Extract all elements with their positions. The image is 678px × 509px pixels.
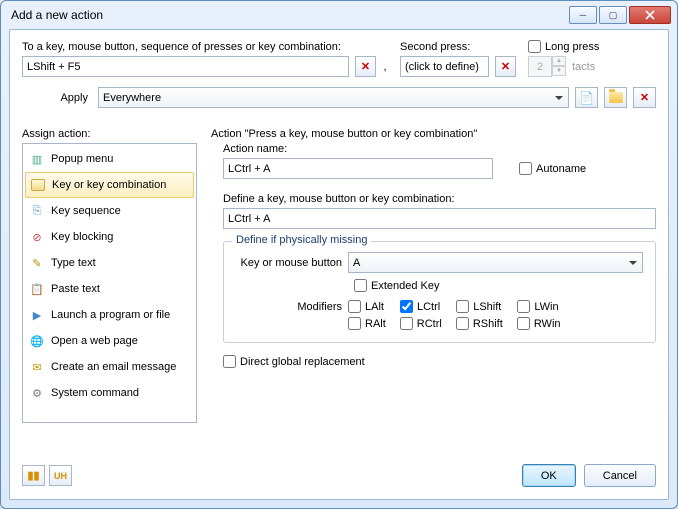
pause-icon: ▮▮	[27, 469, 39, 482]
assign-item-email[interactable]: ✉ Create an email message	[23, 354, 196, 380]
mod-lwin[interactable]: LWin	[517, 300, 558, 313]
key-or-mouse-label: Key or mouse button	[236, 257, 342, 269]
assign-item-system[interactable]: ⚙ System command	[23, 380, 196, 406]
mod-lalt[interactable]: LAlt	[348, 300, 384, 313]
key-field[interactable]: LShift + F5	[22, 56, 349, 77]
delete-apply-button[interactable]: ✕	[633, 87, 656, 108]
assign-item-seq[interactable]: ⎘ Key sequence	[23, 198, 196, 224]
assign-item-type[interactable]: ✎ Type text	[23, 250, 196, 276]
assign-item-label: Popup menu	[51, 153, 113, 165]
assign-item-web[interactable]: 🌐 Open a web page	[23, 328, 196, 354]
modifiers-label: Modifiers	[236, 301, 342, 313]
assign-item-label: Key or key combination	[52, 179, 166, 191]
new-apply-button[interactable]: 📄	[575, 87, 598, 108]
assign-item-label: Launch a program or file	[51, 309, 170, 321]
open-apply-button[interactable]	[604, 87, 627, 108]
autoname-checkbox[interactable]: Autoname	[519, 162, 586, 175]
ok-button[interactable]: OK	[522, 464, 576, 487]
apply-label: Apply	[22, 92, 92, 104]
seq-icon: ⎘	[29, 203, 45, 219]
paste-icon: 📋	[29, 281, 45, 297]
cancel-button[interactable]: Cancel	[584, 464, 656, 487]
assign-action-list: ▥ Popup menu Key or key combination ⎘ Key se…	[22, 143, 197, 423]
assign-item-label: Key blocking	[51, 231, 113, 243]
type-icon: ✎	[29, 255, 45, 271]
mod-lctrl[interactable]: LCtrl	[400, 300, 440, 313]
maximize-button[interactable]: ▢	[599, 6, 627, 24]
assign-item-popup[interactable]: ▥ Popup menu	[23, 146, 196, 172]
folder-open-icon	[608, 90, 624, 106]
popup-icon: ▥	[29, 151, 45, 167]
assign-item-label: System command	[51, 387, 139, 399]
direct-global-checkbox[interactable]: Direct global replacement	[223, 355, 365, 368]
assign-item-key[interactable]: Key or key combination	[25, 172, 194, 198]
mod-rctrl[interactable]: RCtrl	[400, 317, 442, 330]
assign-item-label: Create an email message	[51, 361, 176, 373]
dialog-window: Add a new action ─ ▢ To a key, mouse but…	[0, 0, 678, 509]
assign-item-label: Open a web page	[51, 335, 138, 347]
assign-item-block[interactable]: ⊘ Key blocking	[23, 224, 196, 250]
define-key-label: Define a key, mouse button or key combin…	[223, 193, 656, 205]
apply-dropdown[interactable]: Everywhere	[98, 87, 569, 108]
delete-icon: ✕	[640, 91, 649, 104]
extended-key-checkbox[interactable]: Extended Key	[354, 279, 440, 292]
assign-item-label: Paste text	[51, 283, 100, 295]
tacts-spinner: ▲▼	[528, 56, 566, 77]
window-title: Add a new action	[11, 8, 567, 22]
minimize-button[interactable]: ─	[569, 6, 597, 24]
system-icon: ⚙	[29, 385, 45, 401]
key-field-label: To a key, mouse button, sequence of pres…	[22, 41, 388, 53]
missing-groupbox-legend: Define if physically missing	[232, 234, 371, 246]
clear-second-press-button[interactable]: ✕	[495, 56, 516, 77]
assign-action-label: Assign action:	[22, 128, 197, 140]
web-icon: 🌐	[29, 333, 45, 349]
mod-rshift[interactable]: RShift	[456, 317, 503, 330]
long-press-checkbox[interactable]: Long press	[528, 40, 656, 53]
assign-item-paste[interactable]: 📋 Paste text	[23, 276, 196, 302]
assign-item-label: Key sequence	[51, 205, 121, 217]
tacts-suffix: tacts	[572, 61, 595, 73]
pause-button[interactable]: ▮▮	[22, 465, 45, 486]
help-icon: UH	[54, 471, 67, 481]
action-heading: Action "Press a key, mouse button or key…	[211, 128, 656, 140]
action-name-field[interactable]: LCtrl + A	[223, 158, 493, 179]
close-button[interactable]	[629, 6, 671, 24]
define-key-field[interactable]: LCtrl + A	[223, 208, 656, 229]
titlebar: Add a new action ─ ▢	[1, 1, 677, 29]
clear-key-button[interactable]: ✕	[355, 56, 376, 77]
launch-icon: ▶	[29, 307, 45, 323]
key-or-mouse-dropdown[interactable]: A	[348, 252, 643, 273]
second-press-label: Second press:	[400, 41, 516, 53]
assign-item-label: Type text	[51, 257, 96, 269]
key-icon	[30, 177, 46, 193]
client-area: To a key, mouse button, sequence of pres…	[9, 29, 669, 500]
action-name-label: Action name:	[223, 143, 656, 155]
mod-rwin[interactable]: RWin	[517, 317, 561, 330]
block-icon: ⊘	[29, 229, 45, 245]
help-button[interactable]: UH	[49, 465, 72, 486]
comma-separator: ,	[382, 61, 388, 73]
mod-ralt[interactable]: RAlt	[348, 317, 386, 330]
mod-lshift[interactable]: LShift	[456, 300, 501, 313]
document-new-icon: 📄	[579, 90, 595, 106]
email-icon: ✉	[29, 359, 45, 375]
assign-item-launch[interactable]: ▶ Launch a program or file	[23, 302, 196, 328]
second-press-field[interactable]: (click to define)	[400, 56, 489, 77]
